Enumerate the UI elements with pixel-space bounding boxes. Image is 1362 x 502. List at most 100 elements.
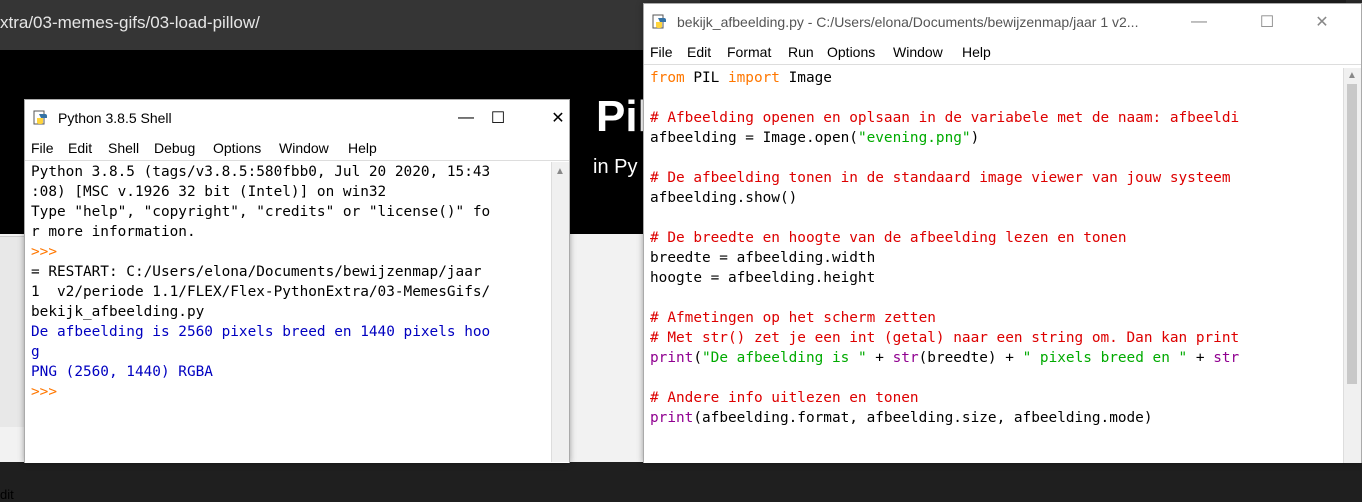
code-line: hoogte = afbeelding.height bbox=[650, 268, 1336, 288]
menu-window[interactable]: Window bbox=[279, 140, 329, 156]
code-token: + bbox=[1187, 350, 1214, 366]
python-shell-window: Python 3.8.5 Shell — ☐ ✕ File Edit Shell… bbox=[24, 99, 570, 463]
shell-line: = RESTART: C:/Users/elona/Documents/bewi… bbox=[31, 264, 482, 280]
code-token: afbeelding.show() bbox=[650, 190, 798, 206]
code-line: afbeelding = Image.open("evening.png") bbox=[650, 128, 1336, 148]
code-token: Image bbox=[779, 70, 832, 86]
shell-line: PNG (2560, 1440) RGBA bbox=[31, 364, 213, 380]
shell-line: g bbox=[31, 344, 40, 360]
menu-options[interactable]: Options bbox=[213, 140, 261, 156]
code-token: # Andere info uitlezen en tonen bbox=[650, 390, 919, 406]
code-line: from PIL import Image bbox=[650, 68, 1336, 88]
editor-title-bar[interactable]: bekijk_afbeelding.py - C:/Users/elona/Do… bbox=[644, 4, 1361, 40]
background-left-panel: dit bbox=[0, 236, 24, 502]
code-token: # De breedte en hoogte van de afbeelding… bbox=[650, 230, 1127, 246]
code-token: ( bbox=[693, 350, 702, 366]
code-line: print(afbeelding.format, afbeelding.size… bbox=[650, 408, 1336, 428]
code-token: breedte = afbeelding.width bbox=[650, 250, 876, 266]
menu-edit[interactable]: Edit bbox=[687, 44, 711, 60]
code-line: afbeelding.show() bbox=[650, 188, 1336, 208]
scroll-up-icon[interactable]: ▲ bbox=[555, 166, 565, 177]
code-line: breedte = afbeelding.width bbox=[650, 248, 1336, 268]
shell-line: De afbeelding is 2560 pixels breed en 14… bbox=[31, 324, 491, 340]
close-button[interactable]: ✕ bbox=[1299, 9, 1345, 35]
code-line: print("De afbeelding is " + str(breedte)… bbox=[650, 348, 1336, 368]
menu-run[interactable]: Run bbox=[788, 44, 814, 60]
editor-text-area[interactable]: from PIL import Image # Afbeelding openen… bbox=[650, 68, 1336, 463]
code-token: hoogte = afbeelding.height bbox=[650, 270, 876, 286]
code-line: # Afbeelding openen en oplsaan in de var… bbox=[650, 108, 1336, 128]
shell-line: Type "help", "copyright", "credits" or "… bbox=[31, 204, 491, 220]
editor-menu-bar: File Edit Format Run Options Window Help bbox=[644, 40, 1361, 64]
menu-file[interactable]: File bbox=[31, 140, 54, 156]
code-line: # De afbeelding tonen in de standaard im… bbox=[650, 168, 1336, 188]
shell-line: Python 3.8.5 (tags/v3.8.5:580fbb0, Jul 2… bbox=[31, 164, 491, 180]
menu-help[interactable]: Help bbox=[962, 44, 991, 60]
shell-title-bar[interactable]: Python 3.8.5 Shell — ☐ ✕ bbox=[25, 100, 569, 136]
browser-url[interactable]: xtra/03-memes-gifs/03-load-pillow/ bbox=[0, 13, 260, 33]
shell-line: 1 v2/periode 1.1/FLEX/Flex-PythonExtra/0… bbox=[31, 284, 491, 300]
code-token: "evening.png" bbox=[857, 130, 971, 146]
maximize-button[interactable]: ☐ bbox=[475, 105, 521, 131]
close-button[interactable]: ✕ bbox=[535, 105, 581, 131]
editor-scrollbar[interactable]: ▲ bbox=[1343, 68, 1361, 463]
code-token: # Afbeelding openen en oplsaan in de var… bbox=[650, 110, 1240, 126]
editor-scrollbar-thumb[interactable] bbox=[1347, 84, 1357, 384]
shell-line: bekijk_afbeelding.py bbox=[31, 304, 205, 320]
editor-window: bekijk_afbeelding.py - C:/Users/elona/Do… bbox=[643, 3, 1362, 463]
shell-line: >>> bbox=[31, 384, 66, 400]
menu-window[interactable]: Window bbox=[893, 44, 943, 60]
shell-line: :08) [MSC v.1926 32 bit (Intel)] on win3… bbox=[31, 184, 387, 200]
editor-divider bbox=[644, 64, 1361, 65]
code-token: str bbox=[892, 350, 919, 366]
code-line: # Afmetingen op het scherm zetten bbox=[650, 308, 1336, 328]
shell-menu-bar: File Edit Shell Debug Options Window Hel… bbox=[25, 136, 569, 160]
code-token: # Met str() zet je een int (getal) naar … bbox=[650, 330, 1240, 346]
code-token: PIL bbox=[684, 70, 728, 86]
menu-format[interactable]: Format bbox=[727, 44, 771, 60]
code-token: "De afbeelding is " bbox=[702, 350, 867, 366]
menu-debug[interactable]: Debug bbox=[154, 140, 195, 156]
shell-text-area[interactable]: Python 3.8.5 (tags/v3.8.5:580fbb0, Jul 2… bbox=[31, 162, 561, 462]
shell-line: r more information. bbox=[31, 224, 196, 240]
browser-address-bar[interactable]: xtra/03-memes-gifs/03-load-pillow/ bbox=[0, 0, 700, 50]
scroll-up-icon[interactable]: ▲ bbox=[1347, 70, 1357, 81]
python-file-icon bbox=[33, 110, 47, 125]
code-token: (afbeelding.format, afbeelding.size, afb… bbox=[693, 410, 1153, 426]
menu-options[interactable]: Options bbox=[827, 44, 875, 60]
menu-help[interactable]: Help bbox=[348, 140, 377, 156]
code-token: + bbox=[866, 350, 893, 366]
browser-page-subheading: in Py bbox=[593, 156, 638, 178]
code-token: import bbox=[727, 70, 780, 86]
menu-shell[interactable]: Shell bbox=[108, 140, 139, 156]
code-token: str bbox=[1213, 350, 1240, 366]
minimize-button[interactable]: — bbox=[1176, 9, 1222, 35]
editor-window-title: bekijk_afbeelding.py - C:/Users/elona/Do… bbox=[677, 14, 1139, 30]
code-token: afbeelding = Image.open( bbox=[650, 130, 858, 146]
menu-edit[interactable]: Edit bbox=[68, 140, 92, 156]
code-token: # De afbeelding tonen in de standaard im… bbox=[650, 170, 1231, 186]
code-token: (breedte) + bbox=[918, 350, 1023, 366]
menu-file[interactable]: File bbox=[650, 44, 673, 60]
shell-line: >>> bbox=[31, 244, 66, 260]
code-line: # Met str() zet je een int (getal) naar … bbox=[650, 328, 1336, 348]
code-token: print bbox=[650, 350, 694, 366]
code-token: ) bbox=[970, 130, 980, 146]
code-token: # Afmetingen op het scherm zetten bbox=[650, 310, 936, 326]
code-token: " pixels breed en " bbox=[1022, 350, 1188, 366]
code-token: print bbox=[650, 410, 694, 426]
shell-divider bbox=[25, 160, 569, 161]
shell-window-title: Python 3.8.5 Shell bbox=[58, 110, 172, 126]
maximize-button[interactable]: ☐ bbox=[1244, 9, 1290, 35]
code-line: # De breedte en hoogte van de afbeelding… bbox=[650, 228, 1336, 248]
code-token: from bbox=[650, 70, 685, 86]
python-file-icon bbox=[652, 14, 666, 29]
shell-scrollbar[interactable]: ▲ bbox=[551, 162, 569, 462]
code-line: # Andere info uitlezen en tonen bbox=[650, 388, 1336, 408]
background-edit-menu: dit bbox=[0, 487, 14, 502]
